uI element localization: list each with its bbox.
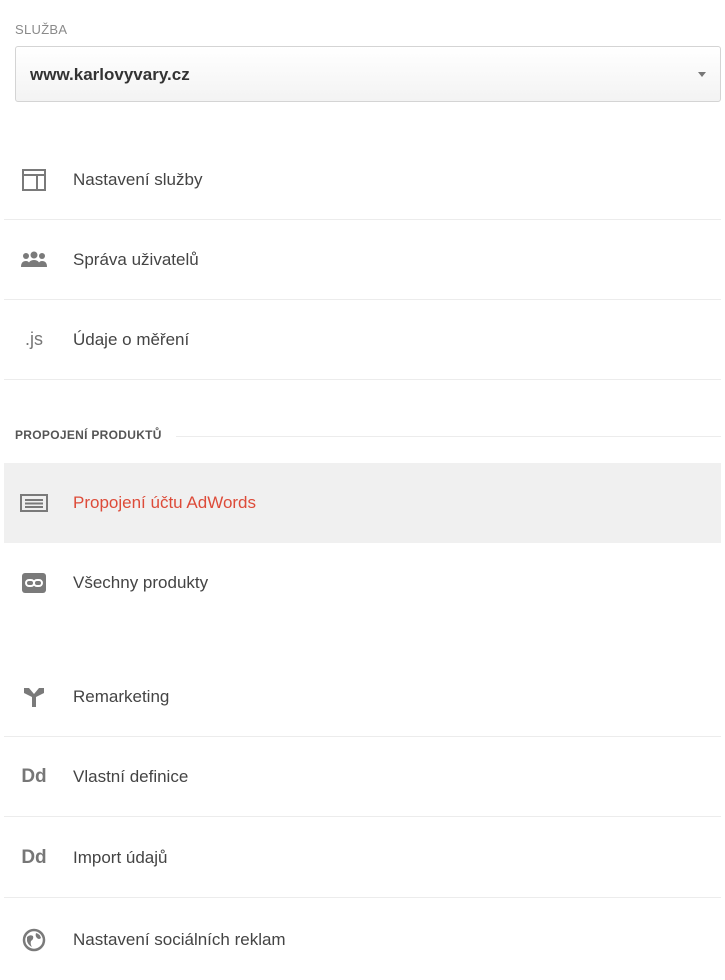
service-select[interactable]: www.karlovyvary.cz [15, 46, 721, 102]
nav-item-adwords-linking[interactable]: Propojení účtu AdWords [4, 463, 721, 543]
nav-item-label: Remarketing [73, 686, 170, 706]
nav-item-label: Údaje o měření [73, 329, 190, 349]
nav-item-label: Propojení účtu AdWords [73, 493, 257, 512]
users-group-icon [20, 248, 48, 272]
nav-item-label: Import údajů [73, 847, 168, 867]
link-icon [20, 571, 48, 595]
service-label: SLUŽBA [15, 22, 68, 37]
nav-item-user-management[interactable]: Správa uživatelů [4, 220, 721, 300]
remarketing-fork-icon [20, 685, 48, 709]
nav-item-remarketing[interactable]: Remarketing [4, 657, 721, 737]
nav-item-label: Správa uživatelů [73, 249, 199, 269]
section-title: PROPOJENÍ PRODUKTŮ [15, 428, 176, 442]
js-code-icon: .js [25, 329, 43, 349]
adwords-list-icon [20, 491, 48, 515]
data-import-icon: Dd [21, 846, 47, 868]
chevron-down-icon [698, 72, 706, 77]
nav-item-tracking-info[interactable]: .js Údaje o měření [4, 300, 721, 380]
layout-panel-icon [20, 168, 48, 192]
nav-item-label: Všechny produkty [73, 573, 209, 592]
section-header-product-linking: PROPOJENÍ PRODUKTŮ [15, 428, 721, 444]
nav-item-label: Nastavení služby [73, 169, 203, 189]
custom-definitions-icon: Dd [21, 765, 47, 787]
nav-item-label: Nastavení sociálních reklam [73, 930, 286, 949]
nav-item-all-products[interactable]: Všechny produkty [4, 543, 721, 623]
nav-item-data-import[interactable]: Dd Import údajů [4, 818, 721, 898]
service-select-value: www.karlovyvary.cz [30, 65, 190, 84]
nav-item-label: Vlastní definice [73, 766, 189, 786]
nav-item-service-settings[interactable]: Nastavení služby [4, 140, 721, 220]
nav-item-social-settings[interactable]: Nastavení sociálních reklam [4, 900, 721, 980]
globe-icon [20, 928, 48, 952]
nav-item-custom-definitions[interactable]: Dd Vlastní definice [4, 737, 721, 817]
